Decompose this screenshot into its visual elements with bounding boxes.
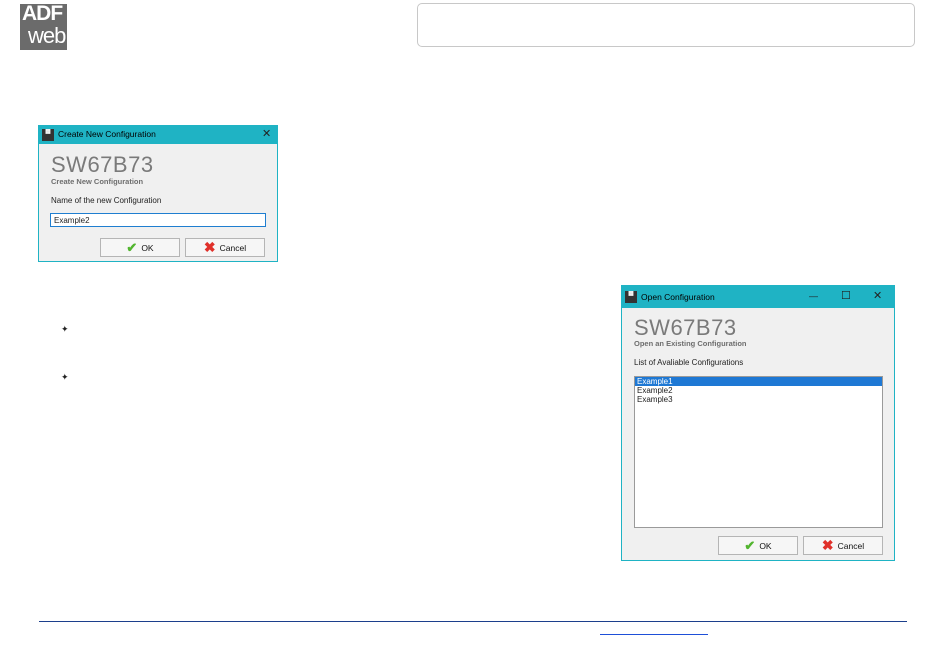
create-new-configuration-dialog: ▦ Create New Configuration ✕ SW67B73 Cre… (38, 125, 278, 262)
list-item[interactable]: Example3 (635, 395, 882, 404)
footer-divider (39, 621, 907, 622)
close-icon[interactable]: ✕ (873, 290, 882, 303)
cross-icon: ✖ (203, 239, 216, 255)
app-icon: ▦ (625, 291, 637, 303)
configuration-list[interactable]: Example1 Example2 Example3 (634, 376, 883, 528)
ok-button[interactable]: ✔ OK (100, 238, 180, 257)
maximize-icon[interactable]: ☐ (841, 290, 851, 303)
dialog-heading: SW67B73 (51, 152, 154, 177)
dialog-title: Create New Configuration (58, 129, 156, 139)
app-icon: ▦ (42, 129, 54, 141)
dialog-subheading: Create New Configuration (51, 177, 144, 186)
bullet-icon: ✦ (61, 372, 69, 382)
dialog-titlebar: ▦ Open Configuration — ☐ ✕ (622, 286, 894, 308)
close-icon[interactable]: ✕ (262, 128, 271, 141)
cross-icon: ✖ (821, 537, 834, 553)
config-list-label: List of Avaliable Configurations (634, 358, 744, 367)
bullet-icon: ✦ (61, 324, 69, 334)
checkmark-icon: ✔ (744, 538, 756, 553)
header-box (417, 3, 915, 47)
list-item[interactable]: Example1 (635, 377, 882, 386)
ok-button[interactable]: ✔ OK (718, 536, 798, 555)
dialog-subheading: Open an Existing Configuration (634, 339, 747, 348)
adfweb-logo: ADF web (20, 4, 67, 50)
checkmark-icon: ✔ (126, 240, 138, 255)
cancel-button[interactable]: ✖ Cancel (185, 238, 265, 257)
cancel-label: Cancel (219, 242, 247, 253)
dialog-heading: SW67B73 (634, 315, 737, 340)
minimize-icon[interactable]: — (809, 290, 818, 303)
dialog-titlebar: ▦ Create New Configuration ✕ (39, 126, 277, 144)
cancel-label: Cancel (837, 540, 865, 551)
list-item[interactable]: Example2 (635, 386, 882, 395)
ok-label: OK (141, 242, 154, 253)
footer-link-underline[interactable] (600, 634, 708, 635)
dialog-title: Open Configuration (641, 292, 715, 302)
open-configuration-dialog: ▦ Open Configuration — ☐ ✕ SW67B73 Open … (621, 285, 895, 561)
config-name-input[interactable] (50, 213, 266, 227)
config-name-label: Name of the new Configuration (51, 196, 162, 205)
logo-line2: web (28, 23, 66, 48)
ok-label: OK (759, 540, 772, 551)
cancel-button[interactable]: ✖ Cancel (803, 536, 883, 555)
